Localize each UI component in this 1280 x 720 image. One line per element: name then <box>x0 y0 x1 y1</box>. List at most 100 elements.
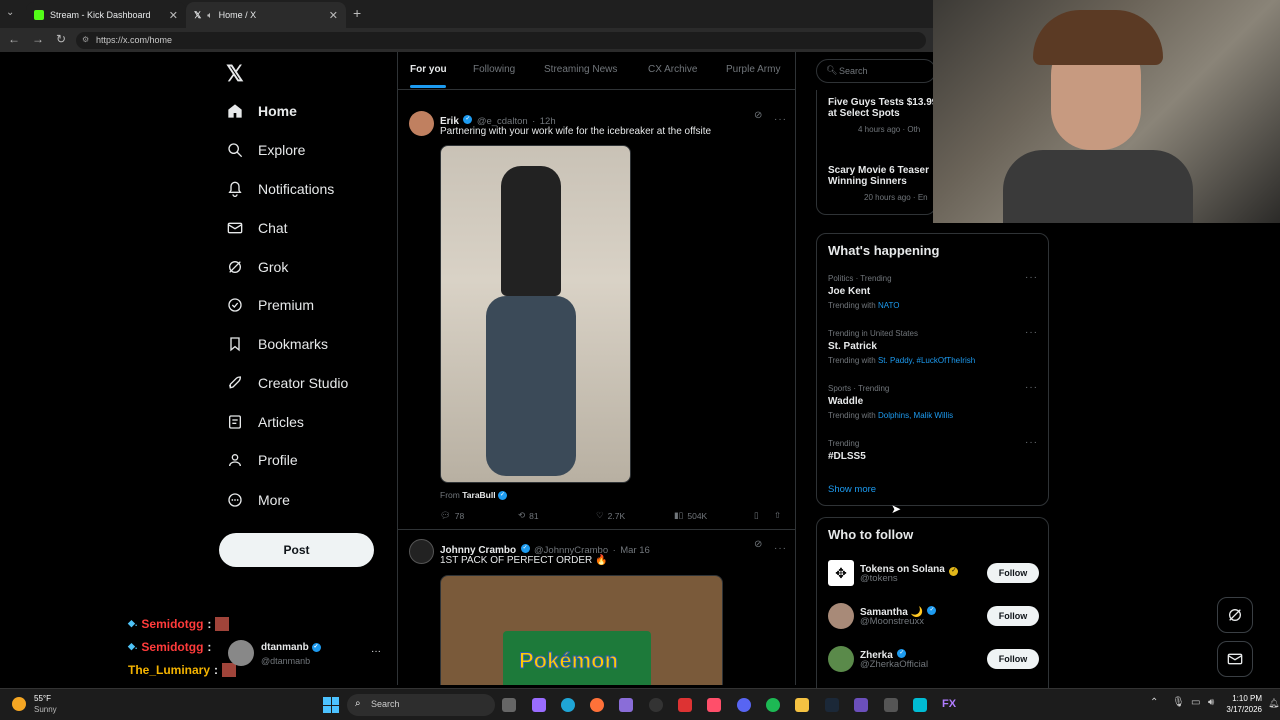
grok-icon[interactable]: ⊘ <box>754 539 762 550</box>
trend-link[interactable]: Dolphins, Malik Willis <box>878 411 953 420</box>
like-button[interactable]: ♡ 2.7K <box>596 510 625 521</box>
app-icon[interactable] <box>678 698 692 712</box>
fx-icon[interactable]: FX <box>942 698 956 710</box>
reply-button[interactable]: 💬︎ 78 <box>440 510 464 521</box>
nav-item-articles[interactable]: Articles <box>226 407 304 437</box>
network-icon[interactable]: ▭ <box>1191 697 1200 708</box>
search-input[interactable]: 🔍︎ Search <box>816 59 936 83</box>
trend-link[interactable]: NATO <box>878 301 899 310</box>
new-tab-icon[interactable]: + <box>353 5 361 21</box>
tab-purple-army[interactable]: Purple Army <box>726 64 780 75</box>
avatar[interactable] <box>409 539 434 564</box>
tab-for-you[interactable]: For you <box>410 64 447 75</box>
more-dots-icon[interactable]: ··· <box>774 109 787 127</box>
account-switcher[interactable]: dtanmanb ✓ @dtanmanb ··· <box>226 638 386 672</box>
grok-icon[interactable]: ⊘ <box>754 110 762 121</box>
nav-item-more[interactable]: More <box>226 485 290 515</box>
trend-link[interactable]: St. Paddy, #LuckOfTheIrish <box>878 356 975 365</box>
follow-button[interactable]: Follow <box>987 606 1039 626</box>
tab-home-x[interactable]: 𝕏 🔈︎ Home / X ✕ <box>186 2 346 28</box>
repost-button[interactable]: ⟲ 81 <box>518 510 539 521</box>
steam-icon[interactable] <box>825 698 839 712</box>
volume-icon[interactable]: 🔊︎ <box>1208 697 1214 708</box>
news-item[interactable]: Five Guys Tests $13.99 at Select Spots 4… <box>828 97 935 134</box>
nav-item-creator-studio[interactable]: Creator Studio <box>226 368 348 398</box>
tab-cx-archive[interactable]: CX Archive <box>648 64 697 75</box>
notification-bell-icon[interactable]: 🔔︎ <box>1268 698 1279 709</box>
grok-float-button[interactable] <box>1217 597 1253 633</box>
nav-item-notifications[interactable]: Notifications <box>226 174 334 204</box>
messages-float-button[interactable] <box>1217 641 1253 677</box>
windows-start-icon[interactable] <box>323 697 339 713</box>
nav-item-home[interactable]: Home <box>226 96 297 126</box>
views-button[interactable]: ▮▯ 504K <box>674 510 707 521</box>
url-input[interactable]: ⚙︎ https://x.com/home <box>76 32 926 49</box>
discord-icon[interactable] <box>737 698 751 712</box>
tab-kick-dashboard[interactable]: Stream - Kick Dashboard ✕ <box>26 2 186 28</box>
app-icon[interactable] <box>854 698 868 712</box>
app-icon[interactable] <box>619 698 633 712</box>
nav-item-bookmarks[interactable]: Bookmarks <box>226 329 328 359</box>
follow-suggestion[interactable]: Zherka ✓ @ZherkaOfficial Follow <box>828 645 1040 673</box>
app-icon[interactable] <box>913 698 927 712</box>
post-time[interactable]: Mar 16 <box>620 545 650 556</box>
copilot-icon[interactable] <box>532 698 546 712</box>
post-button[interactable]: Post <box>219 533 374 567</box>
taskbar-search-input[interactable]: ⌕ Search <box>347 694 495 716</box>
task-view-icon[interactable] <box>502 698 516 712</box>
follow-button[interactable]: Follow <box>987 563 1039 583</box>
close-icon[interactable]: ✕ <box>169 9 178 22</box>
follow-suggestion[interactable]: ✥ Tokens on Solana ✓ @tokens Follow <box>828 559 1040 587</box>
avatar[interactable] <box>828 646 854 672</box>
trend-item[interactable]: Trending #DLSS5 ··· <box>828 437 1038 462</box>
show-more-link[interactable]: Show more <box>828 484 876 495</box>
post[interactable]: Johnny Crambo ✓ @JohnnyCrambo · Mar 16 ⊘… <box>398 532 795 685</box>
avatar[interactable] <box>409 111 434 136</box>
close-icon[interactable]: ✕ <box>329 9 338 22</box>
itunes-icon[interactable] <box>707 698 721 712</box>
more-dots-icon[interactable]: ··· <box>1025 382 1038 393</box>
post-media-video[interactable] <box>440 145 631 483</box>
nav-item-profile[interactable]: Profile <box>226 445 298 475</box>
trend-item[interactable]: Politics · Trending Joe Kent Trending wi… <box>828 272 1038 310</box>
reload-icon[interactable]: ↻ <box>56 32 66 46</box>
x-logo-icon[interactable]: 𝕏 <box>226 61 244 87</box>
nav-item-explore[interactable]: Explore <box>226 135 305 165</box>
nav-item-chat[interactable]: Chat <box>226 213 288 243</box>
spotify-icon[interactable] <box>766 698 780 712</box>
avatar[interactable]: ✥ <box>828 560 854 586</box>
nav-item-grok[interactable]: Grok <box>226 252 288 282</box>
post[interactable]: Erik ✓ @e_cdalton · 12h ⊘ ··· Partnering… <box>398 102 795 530</box>
edge-icon[interactable] <box>561 698 575 712</box>
news-item[interactable]: Scary Movie 6 Teaser Winning Sinners 20 … <box>828 165 929 202</box>
tab-following[interactable]: Following <box>473 64 515 75</box>
back-icon[interactable]: ← <box>8 32 20 46</box>
tray-chevron-icon[interactable]: ⌃ <box>1150 697 1158 708</box>
post-media-image[interactable]: Pokémon <box>440 575 723 685</box>
firefox-icon[interactable] <box>590 698 604 712</box>
microphone-icon[interactable]: 🎙︎ <box>1172 697 1185 708</box>
follow-button[interactable]: Follow <box>987 649 1039 669</box>
more-dots-icon[interactable]: ··· <box>1025 272 1038 283</box>
file-explorer-icon[interactable] <box>795 698 809 712</box>
more-dots-icon[interactable]: ··· <box>1025 437 1038 448</box>
avatar[interactable] <box>828 603 854 629</box>
bookmark-icon[interactable]: ▯ <box>754 510 759 521</box>
trend-item[interactable]: Trending in United States St. Patrick Tr… <box>828 327 1038 365</box>
from-author[interactable]: TaraBull <box>462 490 495 500</box>
more-dots-icon[interactable]: ··· <box>1025 327 1038 338</box>
obs-icon[interactable] <box>649 698 663 712</box>
share-icon[interactable]: ⇧ <box>774 510 781 521</box>
site-info-icon[interactable]: ⚙︎ <box>82 35 89 44</box>
app-icon[interactable] <box>884 698 898 712</box>
nav-item-premium[interactable]: Premium <box>226 290 314 320</box>
trend-item[interactable]: Sports · Trending Waddle Trending with D… <box>828 382 1038 420</box>
more-dots-icon[interactable]: ··· <box>774 538 787 556</box>
forward-icon[interactable]: → <box>32 32 44 46</box>
clock[interactable]: 1:10 PM 3/17/2026 <box>1222 693 1262 715</box>
tab-list-chevron-icon[interactable]: ⌄ <box>6 7 14 18</box>
tab-streaming-news[interactable]: Streaming News <box>544 64 617 75</box>
weather-widget[interactable]: 55°F Sunny <box>12 694 112 716</box>
more-dots-icon[interactable]: ··· <box>371 646 381 657</box>
follow-suggestion[interactable]: Samantha 🌙 ✓ @Moonstreuxx Follow <box>828 602 1040 630</box>
